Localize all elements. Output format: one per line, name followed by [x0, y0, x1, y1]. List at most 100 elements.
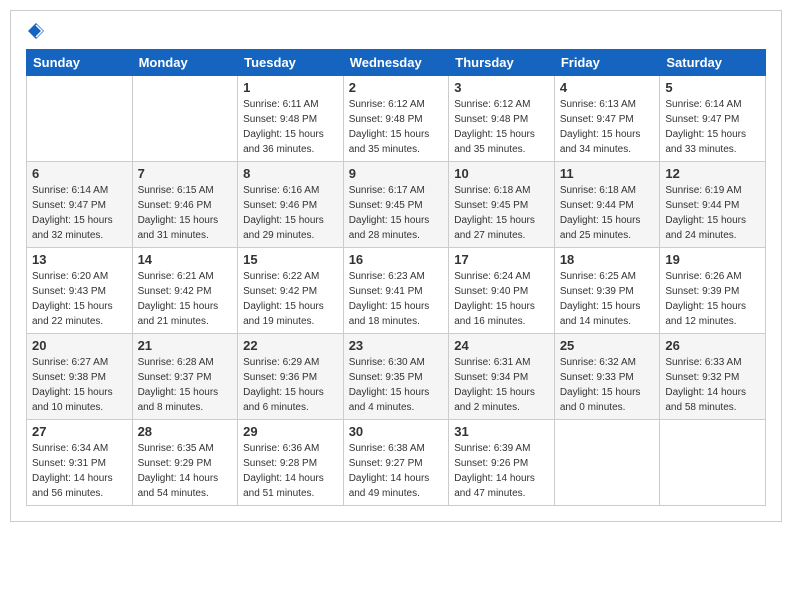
sunrise-text: Sunrise: 6:23 AM: [349, 269, 444, 284]
day-number: 10: [454, 166, 549, 181]
daylight-text: Daylight: 15 hours and 32 minutes.: [32, 213, 127, 243]
sunrise-text: Sunrise: 6:34 AM: [32, 441, 127, 456]
daylight-text: Daylight: 14 hours and 54 minutes.: [138, 471, 233, 501]
day-number: 20: [32, 338, 127, 353]
calendar-cell: 27Sunrise: 6:34 AMSunset: 9:31 PMDayligh…: [27, 420, 133, 506]
sunset-text: Sunset: 9:47 PM: [665, 112, 760, 127]
calendar-cell: 20Sunrise: 6:27 AMSunset: 9:38 PMDayligh…: [27, 334, 133, 420]
daylight-text: Daylight: 15 hours and 4 minutes.: [349, 385, 444, 415]
day-number: 18: [560, 252, 655, 267]
daylight-text: Daylight: 15 hours and 34 minutes.: [560, 127, 655, 157]
calendar-cell: 2Sunrise: 6:12 AMSunset: 9:48 PMDaylight…: [343, 76, 449, 162]
sunrise-text: Sunrise: 6:12 AM: [349, 97, 444, 112]
calendar-cell: 6Sunrise: 6:14 AMSunset: 9:47 PMDaylight…: [27, 162, 133, 248]
day-number: 14: [138, 252, 233, 267]
sunset-text: Sunset: 9:42 PM: [243, 284, 338, 299]
daylight-text: Daylight: 15 hours and 14 minutes.: [560, 299, 655, 329]
daylight-text: Daylight: 15 hours and 8 minutes.: [138, 385, 233, 415]
calendar-cell: 25Sunrise: 6:32 AMSunset: 9:33 PMDayligh…: [554, 334, 660, 420]
sunrise-text: Sunrise: 6:15 AM: [138, 183, 233, 198]
daylight-text: Daylight: 14 hours and 49 minutes.: [349, 471, 444, 501]
calendar-page: SundayMondayTuesdayWednesdayThursdayFrid…: [10, 10, 782, 522]
calendar-cell: 22Sunrise: 6:29 AMSunset: 9:36 PMDayligh…: [238, 334, 344, 420]
day-detail: Sunrise: 6:31 AMSunset: 9:34 PMDaylight:…: [454, 355, 549, 415]
sunrise-text: Sunrise: 6:14 AM: [665, 97, 760, 112]
sunrise-text: Sunrise: 6:21 AM: [138, 269, 233, 284]
logo-icon: [26, 21, 46, 41]
sunset-text: Sunset: 9:38 PM: [32, 370, 127, 385]
sunrise-text: Sunrise: 6:13 AM: [560, 97, 655, 112]
sunset-text: Sunset: 9:44 PM: [665, 198, 760, 213]
weekday-header-saturday: Saturday: [660, 50, 766, 76]
day-detail: Sunrise: 6:18 AMSunset: 9:45 PMDaylight:…: [454, 183, 549, 243]
day-number: 30: [349, 424, 444, 439]
sunrise-text: Sunrise: 6:33 AM: [665, 355, 760, 370]
daylight-text: Daylight: 15 hours and 24 minutes.: [665, 213, 760, 243]
calendar-cell: 12Sunrise: 6:19 AMSunset: 9:44 PMDayligh…: [660, 162, 766, 248]
header: [26, 21, 766, 41]
day-detail: Sunrise: 6:14 AMSunset: 9:47 PMDaylight:…: [665, 97, 760, 157]
day-number: 16: [349, 252, 444, 267]
daylight-text: Daylight: 15 hours and 10 minutes.: [32, 385, 127, 415]
day-detail: Sunrise: 6:22 AMSunset: 9:42 PMDaylight:…: [243, 269, 338, 329]
day-detail: Sunrise: 6:21 AMSunset: 9:42 PMDaylight:…: [138, 269, 233, 329]
sunrise-text: Sunrise: 6:36 AM: [243, 441, 338, 456]
weekday-header-wednesday: Wednesday: [343, 50, 449, 76]
sunset-text: Sunset: 9:47 PM: [32, 198, 127, 213]
sunrise-text: Sunrise: 6:18 AM: [454, 183, 549, 198]
sunset-text: Sunset: 9:37 PM: [138, 370, 233, 385]
day-detail: Sunrise: 6:39 AMSunset: 9:26 PMDaylight:…: [454, 441, 549, 501]
sunrise-text: Sunrise: 6:11 AM: [243, 97, 338, 112]
day-number: 9: [349, 166, 444, 181]
sunrise-text: Sunrise: 6:14 AM: [32, 183, 127, 198]
calendar-cell: [132, 76, 238, 162]
day-detail: Sunrise: 6:28 AMSunset: 9:37 PMDaylight:…: [138, 355, 233, 415]
day-number: 27: [32, 424, 127, 439]
calendar-cell: 15Sunrise: 6:22 AMSunset: 9:42 PMDayligh…: [238, 248, 344, 334]
week-row-3: 13Sunrise: 6:20 AMSunset: 9:43 PMDayligh…: [27, 248, 766, 334]
day-detail: Sunrise: 6:25 AMSunset: 9:39 PMDaylight:…: [560, 269, 655, 329]
sunset-text: Sunset: 9:43 PM: [32, 284, 127, 299]
daylight-text: Daylight: 14 hours and 47 minutes.: [454, 471, 549, 501]
daylight-text: Daylight: 15 hours and 16 minutes.: [454, 299, 549, 329]
day-number: 21: [138, 338, 233, 353]
sunset-text: Sunset: 9:48 PM: [243, 112, 338, 127]
day-number: 4: [560, 80, 655, 95]
calendar-cell: 28Sunrise: 6:35 AMSunset: 9:29 PMDayligh…: [132, 420, 238, 506]
calendar-cell: 13Sunrise: 6:20 AMSunset: 9:43 PMDayligh…: [27, 248, 133, 334]
day-number: 23: [349, 338, 444, 353]
calendar-cell: 11Sunrise: 6:18 AMSunset: 9:44 PMDayligh…: [554, 162, 660, 248]
day-detail: Sunrise: 6:18 AMSunset: 9:44 PMDaylight:…: [560, 183, 655, 243]
calendar-cell: [554, 420, 660, 506]
sunrise-text: Sunrise: 6:16 AM: [243, 183, 338, 198]
weekday-header-sunday: Sunday: [27, 50, 133, 76]
calendar-cell: 30Sunrise: 6:38 AMSunset: 9:27 PMDayligh…: [343, 420, 449, 506]
daylight-text: Daylight: 15 hours and 29 minutes.: [243, 213, 338, 243]
week-row-1: 1Sunrise: 6:11 AMSunset: 9:48 PMDaylight…: [27, 76, 766, 162]
sunset-text: Sunset: 9:45 PM: [454, 198, 549, 213]
calendar-cell: 9Sunrise: 6:17 AMSunset: 9:45 PMDaylight…: [343, 162, 449, 248]
day-detail: Sunrise: 6:26 AMSunset: 9:39 PMDaylight:…: [665, 269, 760, 329]
sunrise-text: Sunrise: 6:17 AM: [349, 183, 444, 198]
calendar-cell: 23Sunrise: 6:30 AMSunset: 9:35 PMDayligh…: [343, 334, 449, 420]
sunset-text: Sunset: 9:27 PM: [349, 456, 444, 471]
sunrise-text: Sunrise: 6:12 AM: [454, 97, 549, 112]
sunrise-text: Sunrise: 6:18 AM: [560, 183, 655, 198]
calendar-cell: 4 Sunrise: 6:13 AMSunset: 9:47 PMDaylight…: [554, 76, 660, 162]
weekday-header-friday: Friday: [554, 50, 660, 76]
daylight-text: Daylight: 15 hours and 2 minutes.: [454, 385, 549, 415]
daylight-text: Daylight: 15 hours and 35 minutes.: [454, 127, 549, 157]
day-detail: Sunrise: 6:35 AMSunset: 9:29 PMDaylight:…: [138, 441, 233, 501]
week-row-5: 27Sunrise: 6:34 AMSunset: 9:31 PMDayligh…: [27, 420, 766, 506]
calendar-cell: 19Sunrise: 6:26 AMSunset: 9:39 PMDayligh…: [660, 248, 766, 334]
sunset-text: Sunset: 9:32 PM: [665, 370, 760, 385]
day-number: 29: [243, 424, 338, 439]
calendar-cell: [27, 76, 133, 162]
day-detail: Sunrise: 6:19 AMSunset: 9:44 PMDaylight:…: [665, 183, 760, 243]
day-number: 17: [454, 252, 549, 267]
calendar-table: SundayMondayTuesdayWednesdayThursdayFrid…: [26, 49, 766, 506]
sunset-text: Sunset: 9:29 PM: [138, 456, 233, 471]
sunset-text: Sunset: 9:47 PM: [560, 112, 655, 127]
weekday-header-monday: Monday: [132, 50, 238, 76]
day-detail: Sunrise: 6:29 AMSunset: 9:36 PMDaylight:…: [243, 355, 338, 415]
